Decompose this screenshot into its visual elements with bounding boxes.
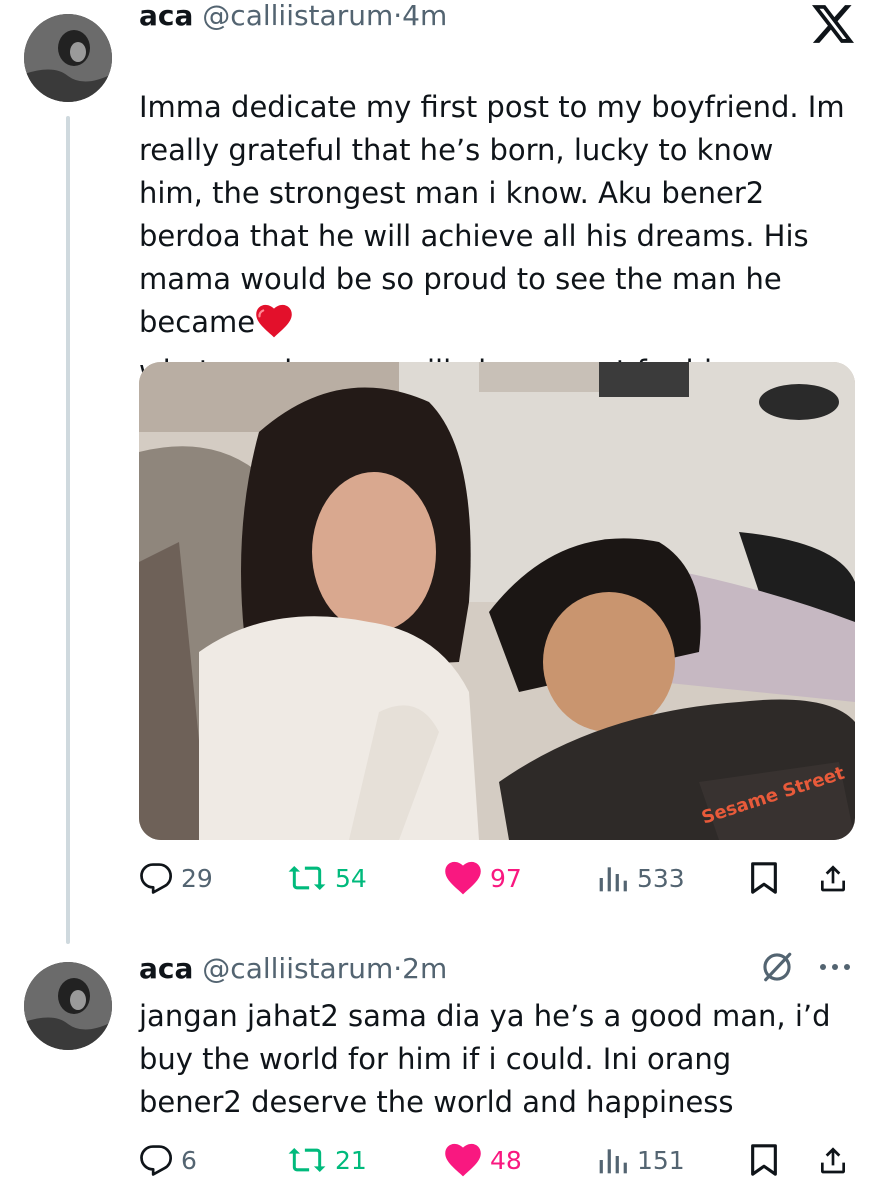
repost-button[interactable]: 21 xyxy=(287,1140,367,1180)
post-text-main: Imma dedicate my first post to my boyfri… xyxy=(139,90,845,339)
like-count: 97 xyxy=(490,863,522,893)
reply-button[interactable]: 6 xyxy=(139,1140,197,1180)
post-text: jangan jahat2 sama dia ya he’s a good ma… xyxy=(139,999,831,1119)
avatar-image xyxy=(24,14,112,102)
repost-button[interactable]: 54 xyxy=(287,858,367,898)
separator-dot: · xyxy=(393,952,403,985)
share-icon xyxy=(821,1147,845,1174)
display-name[interactable]: aca xyxy=(139,952,193,985)
bookmark-icon xyxy=(751,862,777,894)
red-heart-icon xyxy=(255,304,293,350)
bookmark-button[interactable] xyxy=(749,1140,779,1180)
reply-count: 29 xyxy=(181,863,213,893)
share-button[interactable] xyxy=(817,858,849,898)
avatar[interactable] xyxy=(24,14,112,102)
like-icon xyxy=(445,861,481,895)
views-icon xyxy=(599,1149,627,1174)
repost-count: 54 xyxy=(335,863,367,893)
edit-icon[interactable] xyxy=(760,950,794,984)
like-count: 48 xyxy=(490,1145,522,1175)
repost-icon xyxy=(288,865,326,891)
repost-icon xyxy=(288,1147,326,1173)
photo-image: Sesame Street xyxy=(139,362,855,840)
like-button[interactable]: 97 xyxy=(444,858,522,898)
user-handle[interactable]: @calliistarum xyxy=(202,0,393,32)
post-actions: 29 54 97 533 xyxy=(139,858,855,898)
share-button[interactable] xyxy=(817,1140,849,1180)
post-photo[interactable]: Sesame Street xyxy=(139,362,855,840)
reply-icon xyxy=(140,1145,173,1176)
more-icon[interactable] xyxy=(818,962,852,972)
reply-count: 6 xyxy=(181,1145,197,1175)
reply-icon xyxy=(140,863,173,894)
like-icon xyxy=(445,1143,481,1177)
avatar[interactable] xyxy=(24,962,112,1050)
separator-dot: · xyxy=(393,0,403,32)
bookmark-button[interactable] xyxy=(749,858,779,898)
like-button[interactable]: 48 xyxy=(444,1140,522,1180)
reply-button[interactable]: 29 xyxy=(139,858,213,898)
post-header: aca @calliistarum·4m xyxy=(139,0,447,33)
share-icon xyxy=(821,865,845,892)
bookmark-icon xyxy=(751,1144,777,1176)
views-button[interactable]: 151 xyxy=(597,1140,685,1180)
x-logo xyxy=(812,5,854,43)
views-button[interactable]: 533 xyxy=(597,858,685,898)
avatar-image xyxy=(24,962,112,1050)
timestamp[interactable]: 2m xyxy=(402,952,447,985)
views-count: 151 xyxy=(637,1145,685,1175)
timestamp[interactable]: 4m xyxy=(402,0,447,32)
user-handle[interactable]: @calliistarum xyxy=(202,952,393,985)
display-name[interactable]: aca xyxy=(139,0,193,32)
post-actions: 6 21 48 151 xyxy=(139,1140,855,1180)
repost-count: 21 xyxy=(335,1145,367,1175)
views-count: 533 xyxy=(637,863,685,893)
thread-line xyxy=(66,116,70,944)
post-header: aca @calliistarum·2m xyxy=(139,952,447,986)
views-icon xyxy=(599,867,627,892)
